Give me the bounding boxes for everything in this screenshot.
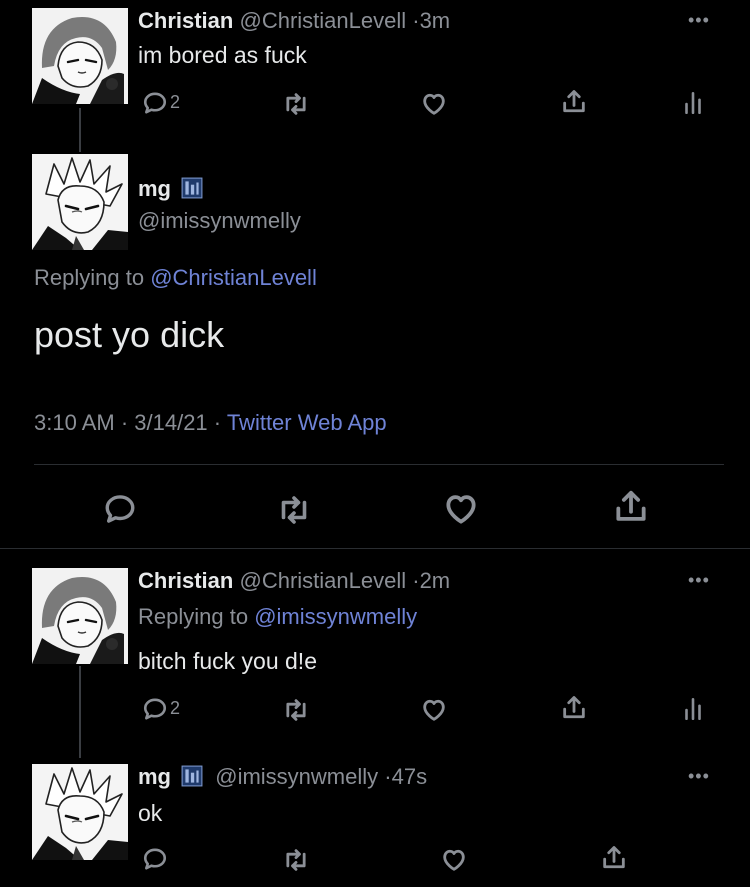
tweet-time[interactable]: 47s (392, 764, 427, 789)
analytics-button[interactable] (680, 696, 706, 722)
avatar[interactable] (32, 764, 128, 860)
handle[interactable]: @ChristianLevell (239, 568, 406, 593)
tweet-meta: 3:10 AM · 3/14/21 · Twitter Web App (34, 410, 387, 436)
share-button[interactable] (600, 844, 628, 872)
avatar-image (32, 764, 128, 860)
avatar-image (32, 154, 128, 250)
tweet-text: ok (138, 800, 163, 826)
handle[interactable]: @ChristianLevell (239, 8, 406, 33)
replying-to: Replying to @ChristianLevell (34, 265, 317, 290)
retweet-icon (282, 696, 310, 724)
handle[interactable]: @imissynwmelly (138, 208, 301, 234)
avatar[interactable] (32, 568, 128, 664)
heart-icon (420, 696, 448, 724)
tweet-header: mg @imissynwmelly ·47s (138, 764, 428, 789)
share-icon (600, 844, 628, 872)
reply-icon (142, 696, 168, 722)
reply-button[interactable] (142, 846, 168, 872)
retweet-button[interactable] (276, 492, 312, 528)
reply-button[interactable] (103, 492, 137, 526)
avatar-image (32, 568, 128, 664)
replying-to-link[interactable]: @ChristianLevell (150, 265, 317, 290)
share-button[interactable] (560, 694, 588, 722)
badge-icon (181, 177, 203, 199)
badge-icon (181, 765, 203, 787)
tweet-text: bitch fuck you d!e (138, 648, 317, 674)
like-button[interactable] (420, 90, 448, 118)
avatar[interactable] (32, 154, 128, 250)
handle[interactable]: @imissynwmelly (215, 764, 378, 789)
tweet-time[interactable]: 2m (420, 568, 451, 593)
thread-line (79, 666, 81, 758)
like-button[interactable] (442, 490, 480, 528)
avatar[interactable] (32, 8, 128, 104)
heart-icon (440, 846, 468, 874)
analytics-icon (680, 90, 706, 116)
share-icon (560, 694, 588, 722)
reply-icon (142, 90, 168, 116)
tweet-source[interactable]: Twitter Web App (227, 410, 387, 435)
display-name[interactable]: mg (138, 176, 171, 201)
tweet-text: post yo dick (34, 314, 225, 355)
retweet-icon (282, 846, 310, 874)
more-icon[interactable]: ••• (688, 766, 710, 787)
replying-to: Replying to @imissynwmelly (138, 604, 418, 629)
heart-icon (442, 490, 480, 528)
reply-count: 2 (170, 698, 181, 718)
like-button[interactable] (440, 846, 468, 874)
display-name-row: mg (138, 176, 203, 202)
reply-icon (142, 846, 168, 872)
share-button[interactable] (612, 488, 650, 526)
more-icon[interactable]: ••• (688, 10, 710, 31)
share-icon (612, 488, 650, 526)
avatar-image (32, 8, 128, 104)
replying-to-link[interactable]: @imissynwmelly (254, 604, 417, 629)
tweet-time[interactable]: 3m (420, 8, 451, 33)
display-name[interactable]: mg (138, 764, 171, 789)
more-icon[interactable]: ••• (688, 570, 710, 591)
retweet-button[interactable] (282, 846, 310, 874)
analytics-button[interactable] (680, 90, 706, 116)
tweet-header: Christian @ChristianLevell ·2m (138, 568, 451, 593)
retweet-button[interactable] (282, 90, 310, 118)
reply-count: 2 (170, 92, 181, 112)
tweet-timestamp[interactable]: 3:10 AM · 3/14/21 · (34, 410, 221, 435)
thread-line (79, 108, 81, 152)
share-button[interactable] (560, 88, 588, 116)
reply-button[interactable] (142, 90, 168, 116)
share-icon (560, 88, 588, 116)
retweet-icon (282, 90, 310, 118)
heart-icon (420, 90, 448, 118)
display-name[interactable]: Christian (138, 568, 233, 593)
divider (0, 548, 750, 549)
retweet-button[interactable] (282, 696, 310, 724)
reply-button[interactable] (142, 696, 168, 722)
retweet-icon (276, 492, 312, 528)
display-name[interactable]: Christian (138, 8, 233, 33)
like-button[interactable] (420, 696, 448, 724)
divider (34, 464, 724, 465)
reply-icon (103, 492, 137, 526)
analytics-icon (680, 696, 706, 722)
tweet-text: im bored as fuck (138, 42, 307, 68)
tweet-header: Christian @ChristianLevell ·3m (138, 8, 451, 33)
